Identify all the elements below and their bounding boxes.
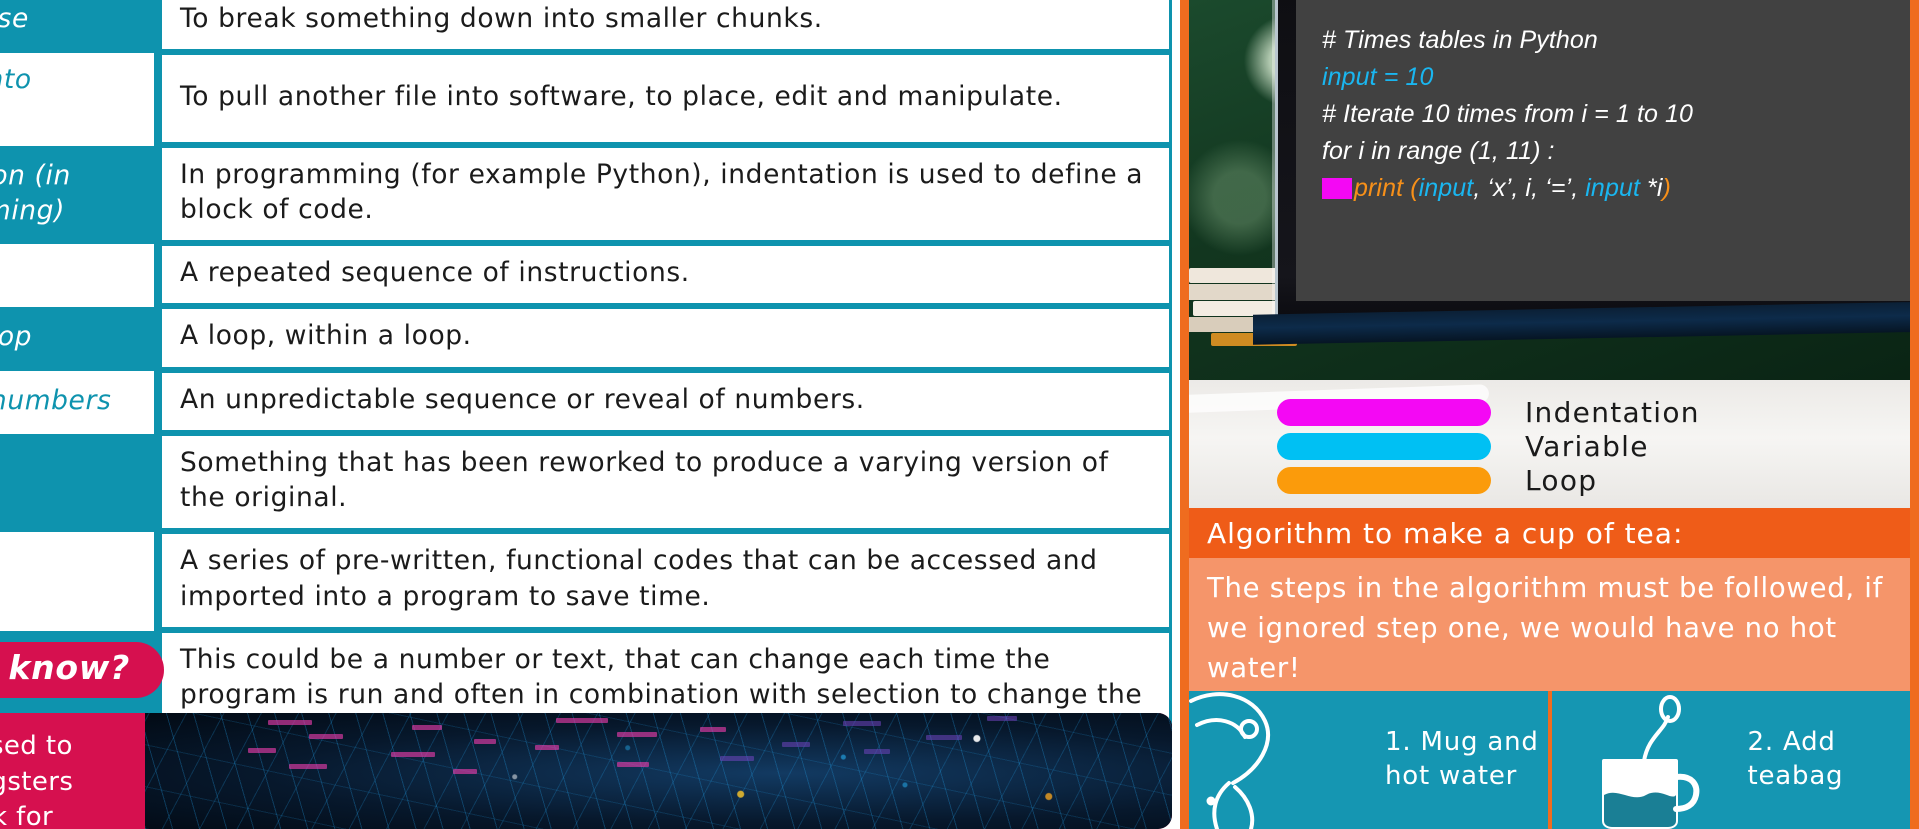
network-code-photo: [145, 713, 1172, 829]
laptop-photo: # Times tables in Python input = 10 # Iter…: [1189, 0, 1910, 380]
code-text-fleck: [412, 724, 443, 730]
code-text-fleck: [309, 733, 344, 739]
colour-key-panel: Indentation Variable Loop: [1189, 380, 1910, 508]
code-line: input = 10: [1322, 59, 1910, 96]
code-token: , ‘x’, i, ‘=’,: [1473, 174, 1586, 202]
indentation-highlight-icon: [1322, 178, 1352, 199]
vocabulary-definition: An unpredictable sequence or reveal of n…: [158, 370, 1172, 434]
code-text-fleck: [473, 738, 496, 744]
table-row: RemixSomething that has been reworked to…: [0, 433, 1172, 533]
table-row: LoopA repeated sequence of instructions.: [0, 244, 1172, 308]
algorithm-steps: 1. Mug and hot water 2. Add teabag: [1189, 691, 1910, 829]
code-text-fleck: [247, 747, 276, 753]
algorithm-heading: Algorithm to make a cup of tea:: [1189, 508, 1910, 558]
code-token: input: [1418, 174, 1474, 202]
code-text-fleck: [781, 742, 810, 747]
code-token: input: [1585, 174, 1640, 202]
colour-key-item: Indentation: [1277, 396, 1700, 429]
vocabulary-definition: A loop, within a loop.: [158, 307, 1172, 371]
poster-page: DecomposeTo break something down into sm…: [0, 0, 1919, 829]
algorithm-step: 2. Add teabag: [1547, 691, 1910, 829]
vocabulary-term: Random numbers: [0, 370, 158, 434]
vocabulary-definition: To break something down into smaller chu…: [158, 0, 1172, 54]
code-line: # Times tables in Python: [1322, 22, 1910, 59]
code-token: *i: [1640, 174, 1663, 202]
did-you-know-panel: Coding is used to teach youngsters how t…: [0, 713, 1172, 829]
code-token: # Iterate 10 times from i = 1 to 10: [1322, 100, 1694, 128]
code-text-fleck: [699, 726, 726, 732]
code-text-fleck: [987, 716, 1018, 722]
code-line: # Iterate 10 times from i = 1 to 10: [1322, 96, 1910, 133]
colour-key-label: Indentation: [1525, 396, 1700, 429]
colour-key-item: Variable: [1277, 430, 1649, 463]
code-line: print (input, ‘x’, i, ‘=’, input *i): [1322, 170, 1910, 207]
vocabulary-term: Decompose: [0, 0, 158, 54]
table-row: Random numbersAn unpredictable sequence …: [0, 370, 1172, 434]
vocabulary-table: DecomposeTo break something down into sm…: [0, 0, 1172, 765]
python-code-block: # Times tables in Python input = 10 # Iter…: [1322, 22, 1910, 207]
algorithm-step-label: 2. Add teabag: [1747, 727, 1844, 791]
left-column: DecomposeTo break something down into sm…: [0, 0, 1172, 829]
code-text-fleck: [535, 745, 560, 751]
code-token: # Times tables in Python: [1322, 26, 1598, 54]
code-text-fleck: [720, 755, 755, 761]
code-text-fleck: [617, 731, 658, 737]
code-text-fleck: [453, 768, 478, 774]
vocabulary-term: Import (into software): [0, 53, 158, 146]
colour-swatch-icon: [1277, 467, 1491, 494]
code-token: ): [1662, 174, 1671, 202]
code-text-fleck: [925, 735, 962, 741]
vocabulary-term: Indentation (in programming): [0, 145, 158, 245]
colour-swatch-icon: [1277, 433, 1491, 460]
vocabulary-term: Remix: [0, 433, 158, 533]
colour-key-label: Variable: [1525, 430, 1649, 463]
algorithm-step-label: 1. Mug and hot water: [1385, 727, 1539, 791]
code-text-fleck: [268, 719, 313, 725]
table-row: DecomposeTo break something down into sm…: [0, 0, 1172, 54]
vocabulary-term: Nested loop: [0, 307, 158, 371]
code-text-fleck: [863, 748, 890, 754]
algorithm-step: 1. Mug and hot water: [1189, 691, 1548, 829]
teabag-in-mug-icon: [1552, 691, 1742, 829]
table-row: Indentation (in programming)In programmi…: [0, 145, 1172, 245]
code-text-fleck: [843, 721, 882, 727]
laptop-device: # Times tables in Python input = 10 # Iter…: [1275, 0, 1910, 325]
code-token: for i in range (1, 11) :: [1322, 137, 1555, 165]
vocabulary-definition: A series of pre-written, functional code…: [158, 532, 1172, 631]
vocabulary-definition: To pull another file into software, to p…: [158, 53, 1172, 146]
did-you-know-text: Coding is used to teach youngsters how t…: [0, 731, 74, 829]
code-text-fleck: [555, 717, 608, 723]
colour-key-item: Loop: [1277, 464, 1597, 497]
table-row: Import (into software)To pull another fi…: [0, 53, 1172, 146]
code-token: input = 10: [1322, 63, 1434, 91]
did-you-know-banner: Did you know?: [0, 642, 165, 698]
colour-key-label: Loop: [1525, 464, 1598, 497]
vocabulary-term: Libraries: [0, 532, 158, 631]
code-token: print: [1354, 174, 1411, 202]
vocabulary-definition: In programming (for example Python), ind…: [158, 145, 1172, 245]
right-column: # Times tables in Python input = 10 # Iter…: [1180, 0, 1919, 829]
code-line: for i in range (1, 11) :: [1322, 133, 1910, 170]
code-text-fleck: [391, 752, 436, 758]
code-token: (: [1410, 174, 1419, 202]
kettle-and-mug-icon: [1189, 691, 1379, 829]
vocabulary-definition: A repeated sequence of instructions.: [158, 244, 1172, 308]
code-text-fleck: [617, 761, 650, 767]
table-row: LibrariesA series of pre-written, functi…: [0, 532, 1172, 631]
code-text-fleck: [288, 764, 327, 770]
colour-swatch-icon: [1277, 399, 1491, 426]
table-row: Nested loopA loop, within a loop.: [0, 307, 1172, 371]
vocabulary-definition: Something that has been reworked to prod…: [158, 433, 1172, 533]
code-editor-screen: # Times tables in Python input = 10 # Iter…: [1296, 0, 1910, 301]
vocabulary-term: Loop: [0, 244, 158, 308]
algorithm-body: The steps in the algorithm must be follo…: [1189, 558, 1910, 691]
